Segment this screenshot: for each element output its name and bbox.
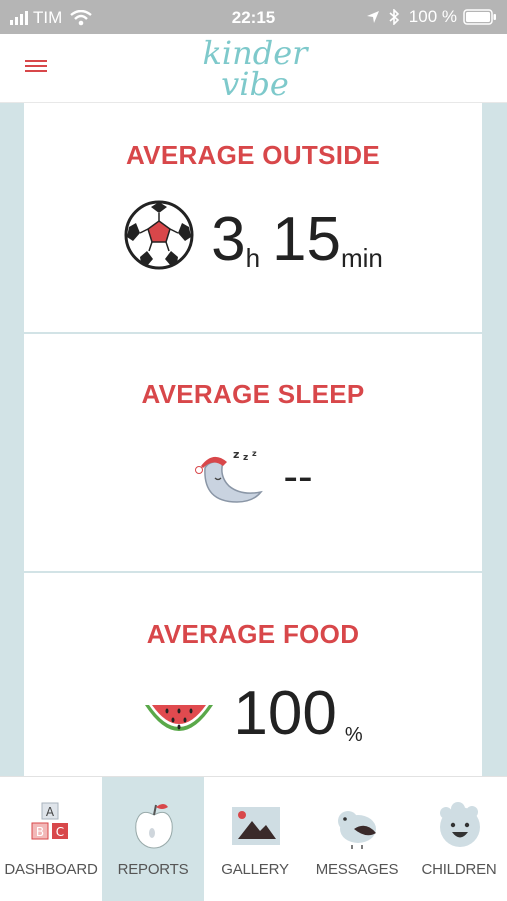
location-arrow-icon: [366, 11, 379, 23]
outside-hours-unit: h: [245, 243, 261, 273]
tab-reports[interactable]: REPORTS: [102, 777, 204, 901]
tab-label: DASHBOARD: [4, 861, 98, 878]
app-header: kinder vibe: [0, 34, 507, 103]
food-unit: %: [344, 724, 363, 746]
tab-label: GALLERY: [221, 861, 289, 878]
logo-line-1: kinder: [202, 34, 308, 72]
average-outside-card: AVERAGE OUTSIDE 3 h 15 min: [24, 103, 482, 332]
tab-dashboard[interactable]: A B C DASHBOARD: [0, 777, 102, 901]
svg-text:C: C: [56, 825, 64, 839]
logo-line-2: vibe: [221, 65, 289, 103]
bluetooth-icon: [389, 9, 399, 25]
outside-minutes: 15: [272, 205, 341, 274]
tab-gallery[interactable]: GALLERY: [204, 777, 306, 901]
card-title: AVERAGE SLEEP: [141, 379, 365, 409]
outside-value: 3 h 15 min: [24, 199, 482, 271]
abc-blocks-icon: A B C: [31, 802, 68, 840]
food-amount: 100: [233, 679, 337, 748]
picture-icon: [232, 807, 280, 845]
tab-messages[interactable]: MESSAGES: [306, 777, 408, 901]
soccer-ball-icon: [124, 200, 194, 270]
food-value: 100 %: [24, 683, 482, 745]
watermelon-icon: [145, 705, 214, 731]
average-food-card: AVERAGE FOOD 100 %: [24, 573, 482, 776]
average-sleep-card: AVERAGE SLEEP z z z --: [24, 334, 482, 571]
hamburger-icon[interactable]: [25, 60, 47, 76]
svg-text:z: z: [233, 448, 239, 461]
tab-label: MESSAGES: [315, 861, 399, 878]
tab-label: REPORTS: [117, 861, 189, 878]
status-bar: TIM 22:15 100 %: [0, 0, 507, 34]
bird-icon: [338, 811, 376, 849]
outside-hours: 3: [211, 205, 246, 274]
sleep-value: z z z --: [24, 444, 482, 510]
card-title: AVERAGE FOOD: [146, 619, 360, 649]
bottom-tab-bar: A B C DASHBOARD REPORTS GALLERY MESSAGES…: [0, 776, 507, 901]
battery-icon: [463, 9, 496, 25]
sleep-amount: --: [283, 452, 313, 501]
svg-text:A: A: [46, 805, 55, 819]
sleeping-moon-icon: z z z: [195, 448, 264, 503]
svg-text:z: z: [243, 453, 248, 463]
tab-label: CHILDREN: [421, 861, 497, 878]
outside-minutes-unit: min: [341, 243, 383, 273]
apple-icon: [135, 804, 173, 849]
child-face-icon: [440, 802, 480, 847]
battery-text: 100 %: [408, 7, 457, 26]
reports-content[interactable]: AVERAGE OUTSIDE 3 h 15 min AVERAGE SLEEP…: [0, 103, 507, 776]
status-right: 100 %: [366, 7, 497, 27]
tab-children[interactable]: CHILDREN: [408, 777, 507, 901]
svg-text:z: z: [252, 449, 257, 458]
card-title: AVERAGE OUTSIDE: [126, 140, 380, 170]
app-logo: kinder vibe: [190, 34, 320, 102]
svg-text:B: B: [36, 825, 44, 839]
